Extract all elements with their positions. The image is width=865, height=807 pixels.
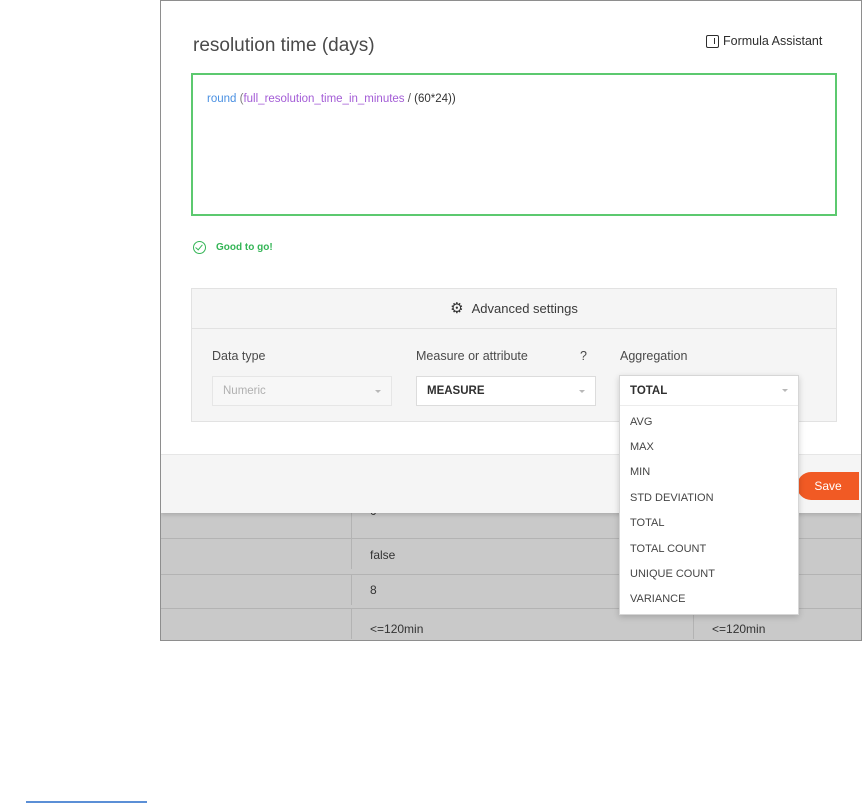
formula-assistant-label: Formula Assistant xyxy=(723,34,823,48)
data-type-value: Numeric xyxy=(223,385,266,397)
formula-assistant-link[interactable]: Formula Assistant xyxy=(706,34,822,48)
formula-function-token: round xyxy=(207,93,237,105)
chevron-down-icon xyxy=(579,389,585,393)
modal-title: resolution time (days) xyxy=(193,35,375,56)
check-circle-icon xyxy=(193,241,206,254)
aggregation-select[interactable]: TOTAL xyxy=(620,376,798,406)
measure-attribute-label: Measure or attribute xyxy=(416,349,528,363)
aggregation-option-min[interactable]: MIN xyxy=(620,460,798,485)
aggregation-option-variance[interactable]: VARIANCE xyxy=(620,587,798,612)
validation-status-text: Good to go! xyxy=(216,242,273,253)
advanced-settings-label: Advanced settings xyxy=(471,301,578,316)
table-cell: <=120min xyxy=(370,622,424,636)
aggregation-option-total[interactable]: TOTAL xyxy=(620,511,798,536)
validation-status: Good to go! xyxy=(193,241,273,254)
formula-field-token: full_resolution_time_in_minutes xyxy=(243,93,405,105)
formula-editor[interactable]: round (full_resolution_time_in_minutes /… xyxy=(191,73,837,216)
advanced-settings-header[interactable]: ⚙ Advanced settings xyxy=(192,289,836,329)
table-cell: false xyxy=(370,548,396,562)
aggregation-option-max[interactable]: MAX xyxy=(620,434,798,459)
measure-attribute-value: MEASURE xyxy=(427,385,485,397)
data-type-label: Data type xyxy=(212,349,266,363)
screenshot-frame: 0 false 8 <=120min <=120min resolution t… xyxy=(160,0,862,641)
formula-expression-token: (60*24)) xyxy=(414,93,456,105)
aggregation-option-std-deviation[interactable]: STD DEVIATION xyxy=(620,485,798,510)
aggregation-option-unique-count[interactable]: UNIQUE COUNT xyxy=(620,561,798,586)
aggregation-option-avg[interactable]: AVG xyxy=(620,409,798,434)
save-button[interactable]: Save xyxy=(797,472,859,500)
aggregation-options-list: AVG MAX MIN STD DEVIATION TOTAL TOTAL CO… xyxy=(620,406,798,612)
data-type-select: Numeric xyxy=(212,376,392,406)
gear-icon: ⚙ xyxy=(450,300,464,317)
chevron-down-icon xyxy=(782,389,788,392)
formula-operator-token: / xyxy=(407,93,411,105)
aggregation-selected-value: TOTAL xyxy=(630,384,668,397)
table-cell: 8 xyxy=(370,583,377,597)
formula-assistant-icon xyxy=(706,34,719,48)
aggregation-option-total-count[interactable]: TOTAL COUNT xyxy=(620,536,798,561)
measure-help-icon[interactable]: ? xyxy=(580,349,587,363)
divider-line xyxy=(26,801,147,803)
aggregation-label: Aggregation xyxy=(620,349,688,363)
measure-attribute-select[interactable]: MEASURE xyxy=(416,376,596,406)
chevron-down-icon xyxy=(375,389,381,393)
aggregation-dropdown[interactable]: TOTAL AVG MAX MIN STD DEVIATION TOTAL TO… xyxy=(619,375,799,615)
table-cell: <=120min xyxy=(712,622,766,636)
